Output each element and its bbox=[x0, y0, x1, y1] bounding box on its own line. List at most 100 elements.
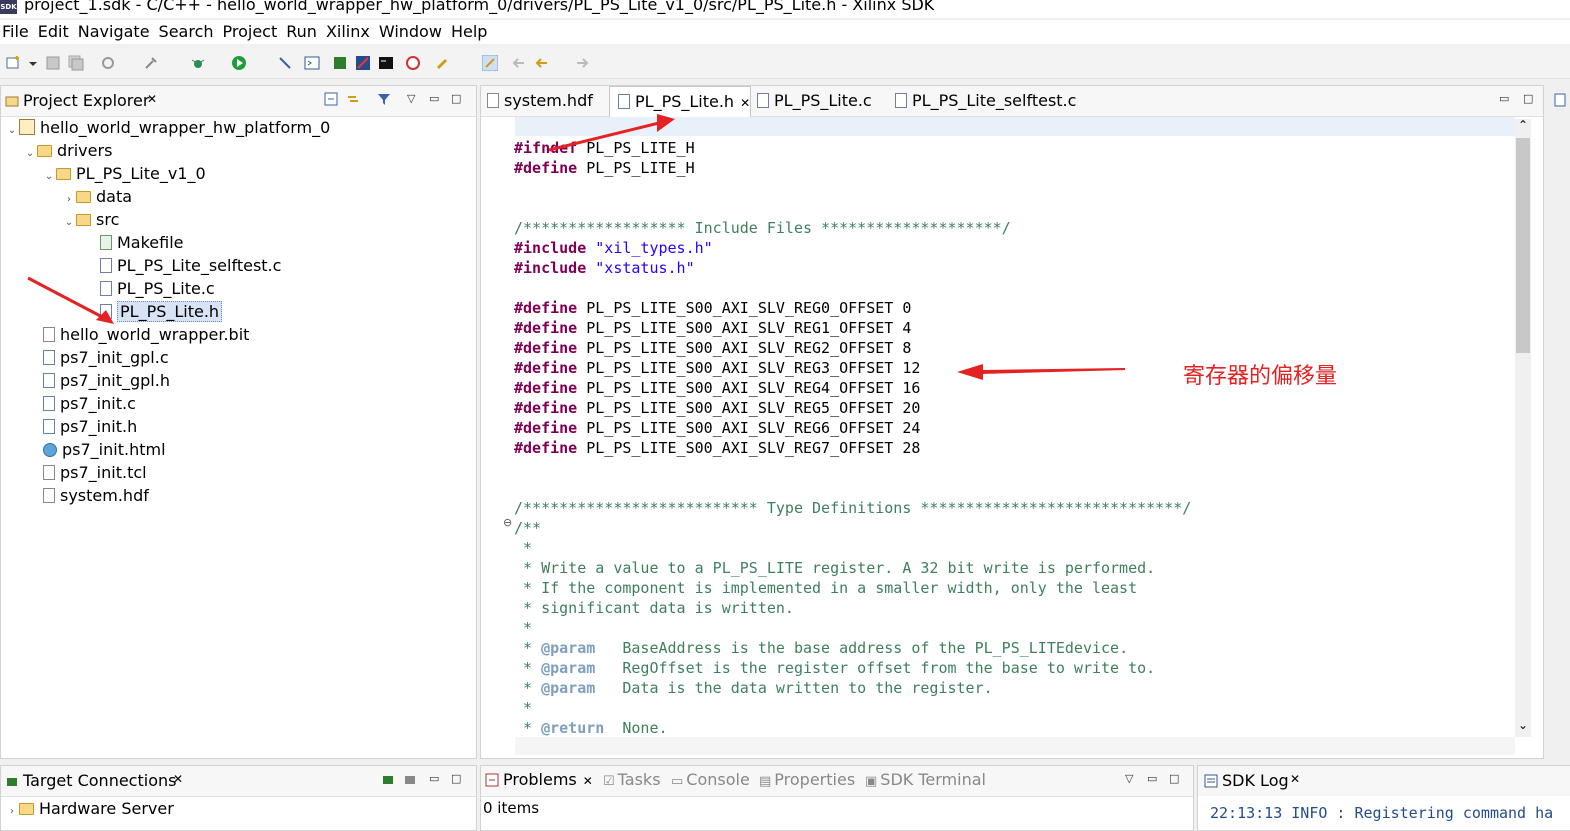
tree-item-selftest-c[interactable]: PL_PS_Lite_selftest.c bbox=[100, 255, 281, 277]
maximize-icon[interactable]: □ bbox=[1169, 772, 1181, 785]
target-connections-header: Target Connections ✕ ▭ □ bbox=[1, 766, 476, 797]
link-editor-icon[interactable] bbox=[346, 92, 360, 106]
fold-icon[interactable]: ⊖ bbox=[503, 516, 512, 529]
expand-arrow-icon[interactable]: ⌄ bbox=[62, 212, 76, 234]
log-icon bbox=[1204, 774, 1218, 788]
menu-file[interactable]: File bbox=[0, 20, 36, 44]
problems-panel: Problems ✕ ☑ Tasks ▭ Console ▤ Properties ▣ S… bbox=[480, 765, 1194, 831]
tree-item-ps7-init-gpl-h[interactable]: ps7_init_gpl.h bbox=[43, 370, 170, 392]
terminal-icon: ▣ bbox=[865, 774, 878, 789]
scrollbar-thumb[interactable] bbox=[1516, 138, 1530, 353]
scroll-down-icon[interactable]: ⌄ bbox=[1518, 718, 1528, 732]
scroll-up-icon[interactable]: ⌃ bbox=[1518, 118, 1528, 132]
close-icon[interactable]: ✕ bbox=[147, 92, 157, 106]
tab-pl-ps-lite-c[interactable]: PL_PS_Lite.c bbox=[753, 86, 888, 116]
sdk-log-title[interactable]: SDK Log bbox=[1222, 771, 1289, 790]
menu-edit[interactable]: Edit bbox=[36, 20, 76, 44]
save-all-icon[interactable] bbox=[68, 55, 84, 71]
build-settings-icon[interactable] bbox=[100, 55, 116, 71]
expand-arrow-icon[interactable]: ⌄ bbox=[23, 143, 37, 165]
menu-search[interactable]: Search bbox=[157, 20, 221, 44]
collapse-arrow-icon[interactable]: › bbox=[5, 801, 19, 823]
target-connections-title[interactable]: Target Connections bbox=[23, 771, 176, 790]
tree-item-ps7-init-c[interactable]: ps7_init.c bbox=[43, 393, 136, 415]
program-fpga-icon[interactable] bbox=[332, 55, 348, 71]
code-line: /** bbox=[514, 519, 542, 537]
save-icon[interactable] bbox=[45, 55, 61, 71]
tree-item-src[interactable]: ⌄ src bbox=[62, 209, 120, 234]
new-icon[interactable] bbox=[5, 55, 21, 71]
code-line: * @param RegOffset is the register offse… bbox=[514, 659, 1156, 677]
close-icon[interactable]: ✕ bbox=[583, 774, 593, 788]
code-line: * bbox=[514, 539, 533, 557]
view-menu-icon[interactable]: ▽ bbox=[407, 92, 419, 105]
menu-run[interactable]: Run bbox=[284, 20, 324, 44]
h-file-icon bbox=[43, 373, 55, 388]
tab-sdk-terminal[interactable]: ▣ SDK Terminal bbox=[865, 770, 986, 789]
tree-item-ps7-init-html[interactable]: ps7_init.html bbox=[43, 439, 166, 461]
tab-console[interactable]: ▭ Console bbox=[671, 770, 750, 789]
project-explorer-title[interactable]: Project Explorer bbox=[23, 91, 149, 110]
minimize-icon[interactable]: ▭ bbox=[429, 772, 441, 785]
tree-item-system-hdf[interactable]: system.hdf bbox=[43, 485, 149, 507]
debug-icon[interactable] bbox=[190, 55, 206, 71]
sdk-log-panel: SDK Log ✕ 22:13:13 INFO : Registering co… bbox=[1197, 765, 1570, 831]
highlight-icon[interactable] bbox=[482, 55, 498, 71]
code-area[interactable]: #ifndef PL_PS_LITE_H #define PL_PS_LITE_H… bbox=[514, 138, 1191, 738]
tree-item-makefile[interactable]: Makefile bbox=[100, 232, 184, 254]
maximize-icon[interactable]: □ bbox=[451, 772, 463, 785]
tree-item-data[interactable]: › data bbox=[62, 186, 132, 208]
tab-properties[interactable]: ▤ Properties bbox=[759, 770, 855, 789]
back-icon[interactable] bbox=[533, 55, 549, 71]
xilinx-tools-icon[interactable] bbox=[355, 55, 371, 71]
filter-icon[interactable] bbox=[377, 92, 391, 106]
horizontal-scrollbar[interactable] bbox=[515, 737, 1515, 755]
minimize-icon[interactable]: ▭ bbox=[1147, 772, 1159, 785]
tree-item-hardware-server[interactable]: › Hardware Server bbox=[5, 798, 174, 820]
outline-icon[interactable] bbox=[1554, 93, 1566, 107]
menu-project[interactable]: Project bbox=[221, 20, 285, 44]
window-title: project_1.sdk - C/C++ - hello_world_wrap… bbox=[24, 0, 935, 14]
close-icon[interactable]: ✕ bbox=[1290, 772, 1300, 786]
menu-window[interactable]: Window bbox=[377, 20, 449, 44]
console-icon[interactable] bbox=[304, 55, 320, 71]
disconnect-icon[interactable] bbox=[403, 772, 417, 786]
expand-arrow-icon[interactable]: ⌄ bbox=[5, 120, 19, 142]
collapse-all-icon[interactable] bbox=[324, 92, 338, 106]
tree-item-drivers[interactable]: ⌄ drivers bbox=[23, 140, 113, 165]
new-dropdown-icon[interactable] bbox=[28, 55, 38, 71]
view-menu-icon[interactable]: ▽ bbox=[1125, 772, 1137, 785]
folder-icon bbox=[76, 191, 91, 203]
tree-item-ps7-init-tcl[interactable]: ps7_init.tcl bbox=[43, 462, 147, 484]
tree-item-project[interactable]: ⌄ hello_world_wrapper_hw_platform_0 bbox=[5, 117, 331, 142]
minimize-icon[interactable]: ▭ bbox=[1499, 92, 1511, 105]
tree-item-pl-ps-lite-v1-0[interactable]: ⌄ PL_PS_Lite_v1_0 bbox=[42, 163, 206, 185]
code-line: * significant data is written. bbox=[514, 599, 794, 617]
collapse-arrow-icon[interactable]: › bbox=[62, 189, 76, 211]
close-icon[interactable]: ✕ bbox=[173, 772, 183, 786]
last-edit-icon[interactable] bbox=[510, 55, 526, 71]
tab-selftest-c[interactable]: PL_PS_Lite_selftest.c bbox=[891, 86, 1091, 116]
minimize-icon[interactable]: ▭ bbox=[429, 92, 441, 105]
close-tab-icon[interactable]: ✕ bbox=[740, 96, 750, 110]
tab-problems[interactable]: Problems ✕ bbox=[485, 770, 593, 789]
new-connection-icon[interactable] bbox=[381, 772, 395, 786]
menu-help[interactable]: Help bbox=[449, 20, 494, 44]
tools-icon[interactable] bbox=[435, 55, 451, 71]
tab-tasks[interactable]: ☑ Tasks bbox=[603, 770, 661, 789]
maximize-icon[interactable]: □ bbox=[1523, 92, 1535, 105]
skip-breakpoints-icon[interactable] bbox=[277, 55, 293, 71]
menu-navigate[interactable]: Navigate bbox=[76, 20, 157, 44]
maximize-icon[interactable]: □ bbox=[451, 92, 463, 105]
terminal-icon[interactable] bbox=[378, 55, 394, 71]
tree-item-ps7-init-h[interactable]: ps7_init.h bbox=[43, 416, 137, 438]
forward-icon[interactable] bbox=[575, 55, 591, 71]
xmd-icon[interactable] bbox=[405, 55, 421, 71]
menu-xilinx[interactable]: Xilinx bbox=[324, 20, 377, 44]
expand-arrow-icon[interactable]: ⌄ bbox=[42, 166, 56, 188]
code-line: #define PL_PS_LITE_S00_AXI_SLV_REG7_OFFS… bbox=[514, 439, 921, 457]
run-icon[interactable] bbox=[231, 55, 247, 71]
tree-item-ps7-init-gpl-c[interactable]: ps7_init_gpl.c bbox=[43, 347, 169, 369]
code-line: #include "xstatus.h" bbox=[514, 259, 695, 277]
build-icon[interactable] bbox=[143, 55, 159, 71]
